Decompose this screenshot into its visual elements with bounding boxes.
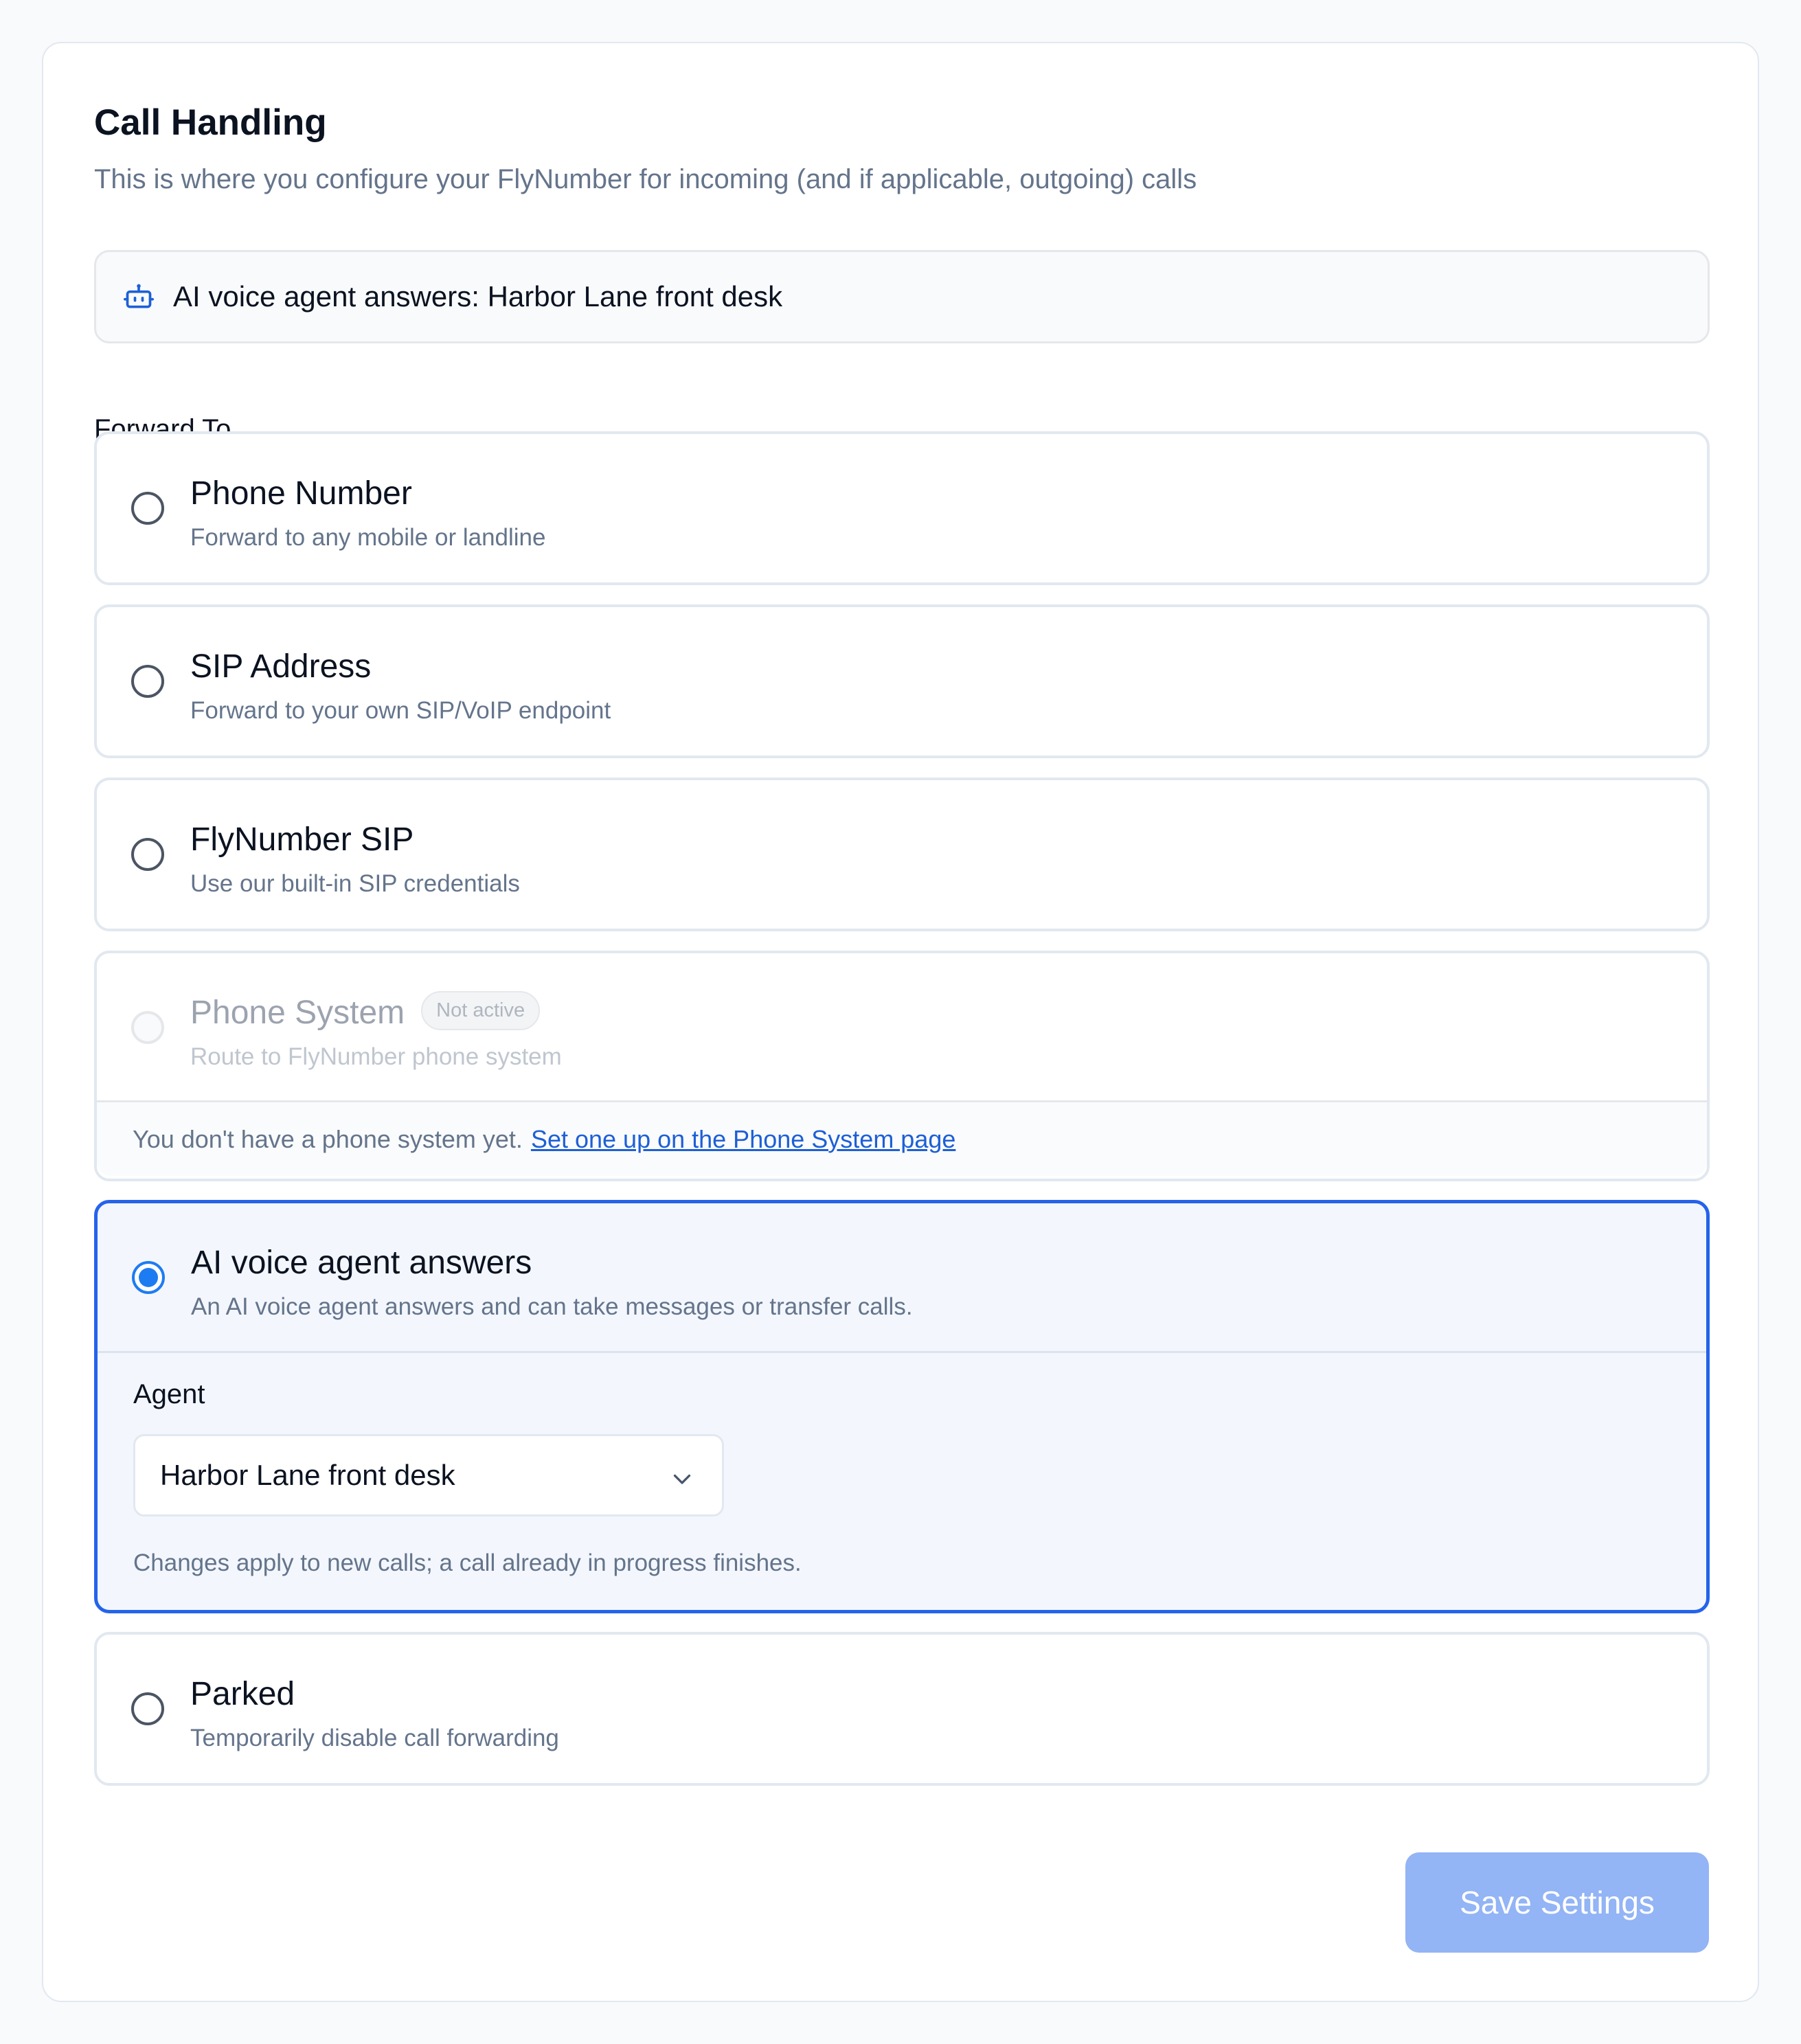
phone-system-note-text: You don't have a phone system yet. <box>133 1124 523 1153</box>
option-description: Forward to any mobile or landline <box>190 524 546 551</box>
option-description: Forward to your own SIP/VoIP endpoint <box>190 697 611 724</box>
page-title: Call Handling <box>94 102 327 143</box>
page-subtitle: This is where you configure your FlyNumb… <box>94 164 1197 194</box>
option-parked[interactable]: Parked Temporarily disable call forwardi… <box>94 1632 1710 1786</box>
chevron-down-icon <box>673 1474 691 1484</box>
agent-panel: Agent Harbor Lane front desk Changes app… <box>98 1353 1706 1607</box>
agent-select[interactable]: Harbor Lane front desk <box>133 1434 724 1517</box>
phone-system-note: You don't have a phone system yet. Set o… <box>97 1100 1707 1176</box>
option-description: An AI voice agent answers and can take m… <box>191 1293 913 1320</box>
option-description: Route to FlyNumber phone system <box>190 1043 562 1070</box>
robot-icon <box>124 284 154 308</box>
option-title: FlyNumber SIP <box>190 821 414 858</box>
radio-parked[interactable] <box>131 1692 164 1725</box>
current-routing-status: AI voice agent answers: Harbor Lane fron… <box>94 250 1710 343</box>
agent-select-value: Harbor Lane front desk <box>160 1459 455 1491</box>
radio-flynumber-sip[interactable] <box>131 838 164 871</box>
agent-label: Agent <box>133 1379 205 1409</box>
option-flynumber-sip[interactable]: FlyNumber SIP Use our built-in SIP crede… <box>94 777 1710 931</box>
radio-phone-number[interactable] <box>131 492 164 525</box>
radio-phone-system <box>131 1011 164 1044</box>
not-active-badge: Not active <box>421 990 541 1030</box>
option-phone-system: Phone System Not active Route to FlyNumbe… <box>94 951 1710 1181</box>
option-phone-number[interactable]: Phone Number Forward to any mobile or la… <box>94 431 1710 585</box>
option-ai-voice-agent[interactable]: AI voice agent answers An AI voice agent… <box>94 1200 1710 1613</box>
option-description: Temporarily disable call forwarding <box>190 1725 559 1751</box>
save-settings-button[interactable]: Save Settings <box>1405 1852 1709 1953</box>
option-title: Phone Number <box>190 475 412 512</box>
radio-sip-address[interactable] <box>131 665 164 698</box>
option-title-row: Phone System Not active <box>190 990 541 1034</box>
status-text: AI voice agent answers: Harbor Lane fron… <box>173 280 783 313</box>
option-sip-address[interactable]: SIP Address Forward to your own SIP/VoIP… <box>94 604 1710 758</box>
radio-ai-voice-agent[interactable] <box>132 1261 165 1294</box>
option-title: SIP Address <box>190 648 372 685</box>
option-title: AI voice agent answers <box>191 1245 532 1281</box>
phone-system-setup-link[interactable]: Set one up on the Phone System page <box>531 1125 955 1154</box>
option-description: Use our built-in SIP credentials <box>190 870 520 897</box>
agent-help-text: Changes apply to new calls; a call alrea… <box>133 1549 802 1576</box>
call-handling-card: Call Handling This is where you configur… <box>42 42 1759 2002</box>
option-title: Parked <box>190 1676 295 1712</box>
option-title: Phone System <box>190 995 405 1031</box>
